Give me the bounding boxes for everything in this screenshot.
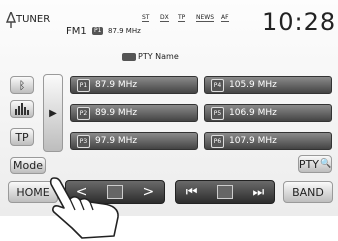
preset-frequency: 105.9 MHz <box>229 80 277 90</box>
preset-button[interactable]: P6 107.9 MHz <box>204 132 332 150</box>
preset-badge: P6 <box>211 134 224 148</box>
preset-button[interactable]: P4 105.9 MHz <box>204 76 332 94</box>
indicator-st: ST <box>142 14 150 22</box>
indicator-news: NEWS <box>196 14 215 22</box>
preset-frequency: 107.9 MHz <box>229 136 277 146</box>
preset-frequency: 97.9 MHz <box>95 136 138 146</box>
equalizer-icon <box>15 103 29 115</box>
indicator-tp: TP <box>178 14 186 22</box>
seek-mode-icon <box>217 185 233 199</box>
source-label: TUNER <box>16 14 51 25</box>
preset-badge: P5 <box>211 106 224 120</box>
preset-button[interactable]: P2 89.9 MHz <box>70 104 198 122</box>
pty-name: PTY Name <box>138 52 179 61</box>
bluetooth-button[interactable]: ᛒ <box>10 76 34 94</box>
play-icon: ▶ <box>49 107 57 119</box>
preset-frequency: 87.9 MHz <box>95 80 138 90</box>
clock: 10:28 <box>262 8 337 36</box>
search-icon: 🔍 <box>319 159 332 169</box>
next-arrow-icon: > <box>142 184 155 200</box>
preset-button[interactable]: P5 106.9 MHz <box>204 104 332 122</box>
mode-button[interactable]: Mode <box>10 157 46 174</box>
equalizer-button[interactable] <box>10 100 34 118</box>
preset-frequency: 106.9 MHz <box>229 108 277 118</box>
pty-icon <box>122 53 136 61</box>
preset-badge: P2 <box>77 106 90 120</box>
seek-forward-icon: ⏭ <box>252 184 265 200</box>
preset-frequency: 89.9 MHz <box>95 108 138 118</box>
antenna-icon <box>5 10 17 28</box>
preset-button[interactable]: P1 87.9 MHz <box>70 76 198 94</box>
seek-button-group[interactable]: ⏮ ⏭ <box>175 180 275 204</box>
current-preset-badge: P1 <box>92 27 104 35</box>
pty-search-button[interactable]: PTY 🔍 <box>298 155 332 173</box>
pty-label: PTY <box>298 157 319 171</box>
pointing-hand-icon <box>49 177 119 239</box>
preset-button[interactable]: P3 97.9 MHz <box>70 132 198 150</box>
tp-button[interactable]: TP <box>10 128 34 146</box>
current-frequency: 87.9 MHz <box>108 27 141 35</box>
band-button[interactable]: BAND <box>283 181 333 203</box>
band-label: FM1 <box>66 26 87 37</box>
indicator-dx: DX <box>160 14 169 22</box>
preset-list-toggle[interactable]: ▶ <box>43 74 63 152</box>
seek-back-icon: ⏮ <box>185 184 198 200</box>
preset-badge: P1 <box>77 78 90 92</box>
preset-badge: P3 <box>77 134 90 148</box>
indicator-af: AF <box>221 14 229 22</box>
bluetooth-icon: ᛒ <box>18 78 26 92</box>
preset-badge: P4 <box>211 78 224 92</box>
